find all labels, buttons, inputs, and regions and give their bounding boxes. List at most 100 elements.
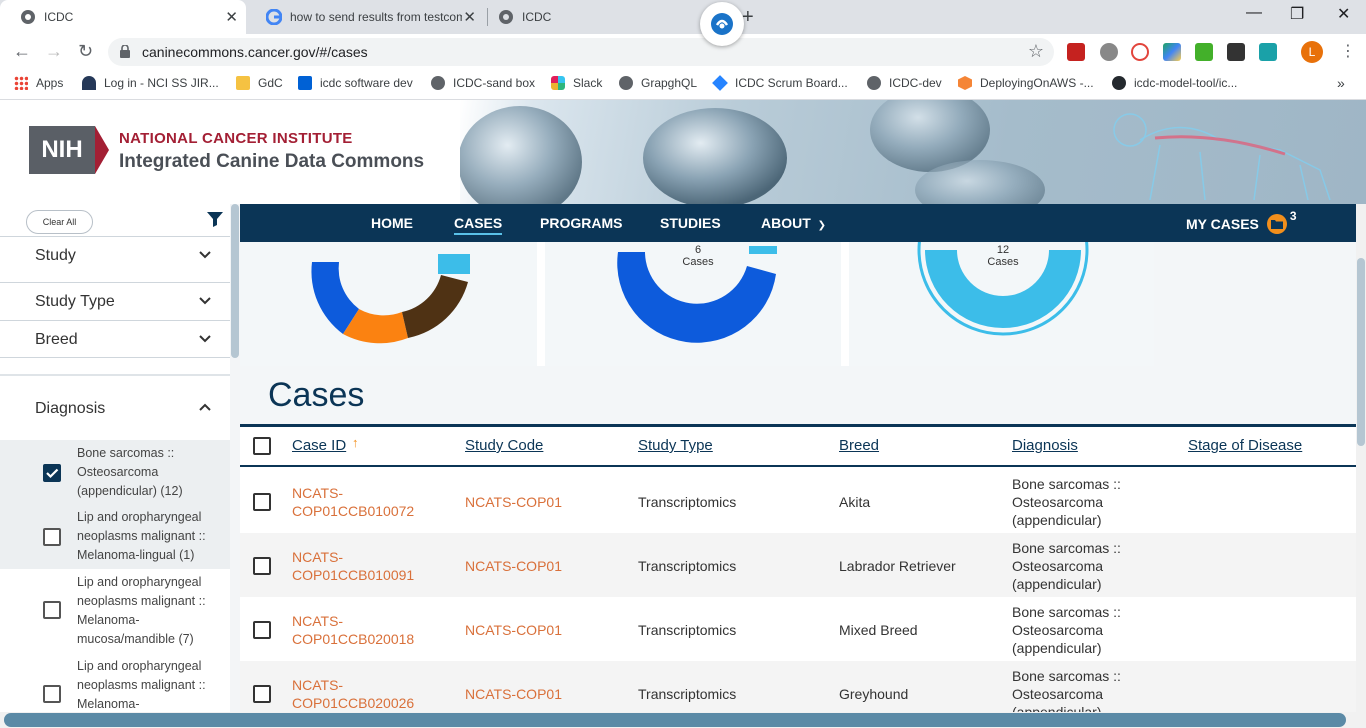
select-all-checkbox[interactable]: [253, 437, 271, 455]
column-header-study-code[interactable]: Study Code: [465, 437, 543, 454]
extension-x-icon[interactable]: [1227, 43, 1245, 61]
facet-label: Study: [35, 247, 76, 264]
browser-tab-strip: ICDC ✕ how to send results from testcom …: [0, 0, 1366, 46]
facet-diagnosis[interactable]: Diagnosis: [0, 374, 230, 440]
forward-icon[interactable]: →: [45, 41, 63, 62]
bookmark-icdc-dev[interactable]: ICDC-dev: [867, 76, 942, 90]
case-id-link[interactable]: NCATS- COP01CCB020026: [292, 676, 414, 712]
case-id-link[interactable]: NCATS- COP01CCB020018: [292, 612, 414, 648]
diagnosis-line: Osteosarcoma: [1012, 558, 1104, 574]
row-checkbox[interactable]: [253, 685, 271, 703]
case-id-part: COP01CCB010072: [292, 503, 415, 519]
breed-cell: Mixed Breed: [839, 622, 918, 638]
minimize-icon[interactable]: —: [1246, 4, 1262, 22]
checkbox-checked[interactable]: [43, 464, 61, 482]
column-header-study-type[interactable]: Study Type: [638, 437, 713, 454]
nih-logo[interactable]: NIH: [29, 126, 95, 174]
menu-kebab-icon[interactable]: ⋮: [1340, 41, 1356, 61]
row-checkbox[interactable]: [253, 557, 271, 575]
window-close-icon[interactable]: ✕: [1337, 4, 1350, 24]
bookmark-label: ICDC Scrum Board...: [735, 76, 848, 90]
checkbox[interactable]: [43, 528, 61, 546]
bookmark-apps[interactable]: Apps: [14, 76, 63, 90]
bookmark-icdc-sandbox[interactable]: ICDC-sand box: [431, 76, 535, 90]
column-header-diagnosis[interactable]: Diagnosis: [1012, 437, 1078, 454]
column-header-stage-of-disease[interactable]: Stage of Disease: [1188, 437, 1302, 454]
nav-studies[interactable]: STUDIES: [660, 215, 721, 231]
bookmark-icdc-software-dev[interactable]: icdc software dev: [298, 76, 413, 90]
checkbox[interactable]: [43, 601, 61, 619]
diagnosis-cell: Bone sarcomas :: Osteosarcoma (appendicula…: [1012, 603, 1121, 657]
address-bar[interactable]: caninecommons.cancer.gov/#/cases ☆: [108, 38, 1054, 66]
bookmark-star-icon[interactable]: ☆: [1028, 41, 1044, 62]
sidebar-scrollbar-thumb[interactable]: [231, 204, 239, 358]
sort-ascending-icon[interactable]: ↑: [352, 435, 359, 450]
chat-extension-icon[interactable]: [700, 2, 744, 46]
case-id-link[interactable]: NCATS- COP01CCB010072: [292, 484, 414, 520]
profile-avatar[interactable]: L: [1301, 41, 1323, 63]
diagnosis-option[interactable]: Lip and oropharyngeal neoplasms malignan…: [0, 569, 230, 653]
donut-chart: [311, 254, 470, 344]
facet-breed[interactable]: Breed: [0, 320, 230, 358]
selenium-icon[interactable]: [1195, 43, 1213, 61]
tab-title: how to send results from testcom: [290, 10, 462, 24]
row-checkbox[interactable]: [253, 493, 271, 511]
case-id-link[interactable]: NCATS- COP01CCB010091: [292, 548, 414, 584]
site-header: NIH NATIONAL CANCER INSTITUTE Integrated…: [0, 100, 1366, 204]
browser-tab-google-search[interactable]: how to send results from testcom ✕: [246, 0, 486, 34]
horizontal-scrollbar-thumb[interactable]: [4, 713, 1346, 727]
case-id-part: NCATS-: [292, 549, 344, 565]
study-code-link[interactable]: NCATS-COP01: [465, 493, 562, 511]
globe-icon: [21, 10, 35, 24]
close-icon[interactable]: ✕: [225, 8, 238, 26]
bookmark-icdc-model-tool[interactable]: icdc-model-tool/ic...: [1112, 76, 1237, 90]
column-header-breed[interactable]: Breed: [839, 437, 879, 454]
nav-about[interactable]: ABOUT ❯: [761, 215, 826, 231]
study-code-link[interactable]: NCATS-COP01: [465, 685, 562, 703]
column-header-case-id[interactable]: Case ID: [292, 437, 346, 454]
nav-cases[interactable]: CASES: [454, 215, 503, 235]
extension-rings-icon[interactable]: [1131, 43, 1149, 61]
nav-programs[interactable]: PROGRAMS: [540, 215, 622, 231]
page-scrollbar-thumb[interactable]: [1357, 258, 1365, 446]
google-drive-icon[interactable]: [1163, 43, 1181, 61]
restore-icon[interactable]: ❐: [1290, 4, 1304, 24]
bookmark-graphql[interactable]: GrapghQL: [619, 76, 697, 90]
clear-all-button[interactable]: Clear All: [26, 210, 93, 234]
donut-unit: Cases: [682, 256, 714, 268]
study-type-cell: Transcriptomics: [638, 494, 737, 510]
close-icon[interactable]: ✕: [463, 8, 476, 26]
bookmark-deploying-on-aws[interactable]: DeployingOnAWS -...: [958, 76, 1094, 90]
row-checkbox[interactable]: [253, 621, 271, 639]
browser-tab-icdc[interactable]: ICDC: [478, 0, 698, 34]
bookmark-label: ICDC-dev: [889, 76, 942, 90]
browser-tab-icdc-active[interactable]: ICDC ✕: [0, 0, 246, 34]
pdf-extension-icon[interactable]: [1067, 43, 1085, 61]
facet-study[interactable]: Study: [0, 236, 230, 274]
study-code-link[interactable]: NCATS-COP01: [465, 621, 562, 639]
bookmark-gdc[interactable]: GdC: [236, 76, 283, 90]
filter-icon[interactable]: [206, 210, 224, 228]
facet-study-type[interactable]: Study Type: [0, 282, 230, 320]
chart-card: [240, 242, 545, 366]
chevron-down-icon: [199, 335, 211, 343]
bookmark-slack[interactable]: Slack: [551, 76, 602, 90]
bookmark-icdc-scrum-board[interactable]: ICDC Scrum Board...: [712, 75, 848, 91]
bookmark-label: Apps: [36, 76, 64, 90]
nav-home[interactable]: HOME: [371, 215, 413, 231]
more-bookmarks-icon[interactable]: »: [1337, 75, 1345, 91]
reload-icon[interactable]: ↻: [78, 41, 93, 62]
main-navbar: HOME CASES PROGRAMS STUDIES ABOUT ❯ MY C…: [240, 204, 1358, 242]
checkbox[interactable]: [43, 685, 61, 703]
extension-circle-icon[interactable]: [1100, 43, 1118, 61]
donut-center-label: 6 Cases: [673, 244, 723, 268]
study-code-link[interactable]: NCATS-COP01: [465, 557, 562, 575]
extension-teal-icon[interactable]: [1259, 43, 1277, 61]
back-icon[interactable]: ←: [13, 41, 31, 62]
diagnosis-option[interactable]: Bone sarcomas :: Osteosarcoma (appendicu…: [0, 440, 230, 504]
my-cases-link[interactable]: MY CASES 3: [1186, 209, 1297, 234]
my-cases-label: MY CASES: [1186, 216, 1259, 232]
bookmark-jira-login[interactable]: Log in - NCI SS JIR...: [82, 76, 219, 90]
globe-icon: [499, 10, 513, 24]
diagnosis-option[interactable]: Lip and oropharyngeal neoplasms malignan…: [0, 504, 230, 569]
